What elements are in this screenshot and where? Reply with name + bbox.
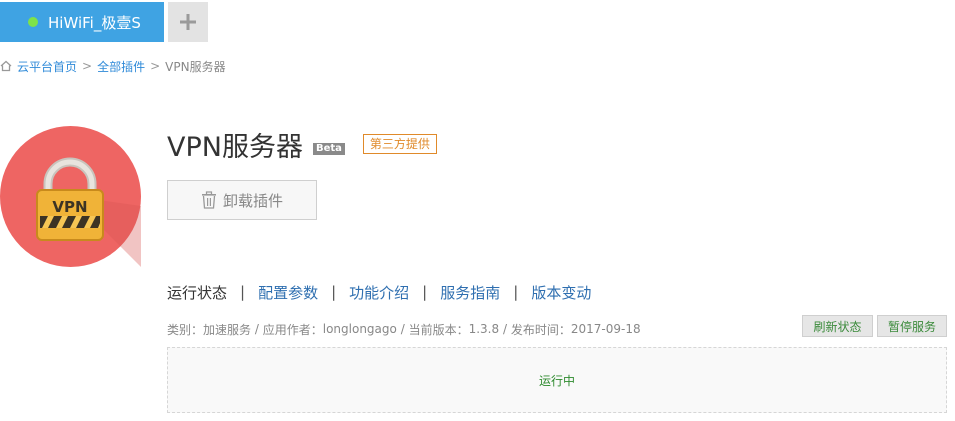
meta-date-label: 发布时间： xyxy=(510,322,571,337)
tab-separator: | xyxy=(422,283,428,301)
plugin-meta-info: 类别： 加速服务 / 应用作者： longlongago / 当前版本： 1.3… xyxy=(167,321,641,337)
tab-version-changes[interactable]: 版本变动 xyxy=(531,282,591,303)
vpn-logo-text: VPN xyxy=(52,198,87,216)
tab-config-params[interactable]: 配置参数 xyxy=(258,282,318,303)
meta-version: 1.3.8 xyxy=(468,322,500,336)
tab-running-status[interactable]: 运行状态 xyxy=(167,282,227,303)
tab-separator: | xyxy=(331,283,337,301)
device-tab-label: HiWiFi_极壹S xyxy=(48,13,141,32)
plugin-header: VPN服务器 Beta 第三方提供 xyxy=(167,126,437,163)
breadcrumb-current-page: VPN服务器 xyxy=(165,59,226,74)
meta-author-label: 应用作者： xyxy=(262,322,323,337)
home-icon xyxy=(0,60,12,72)
pause-service-button[interactable]: 暂停服务 xyxy=(877,315,947,337)
trash-icon xyxy=(201,191,216,209)
breadcrumb-separator: > xyxy=(82,59,93,73)
refresh-status-button[interactable]: 刷新状态 xyxy=(802,315,873,337)
tab-separator: | xyxy=(240,283,246,301)
breadcrumb-cloud-home-link[interactable]: 云平台首页 xyxy=(17,58,77,75)
third-party-badge: 第三方提供 xyxy=(362,134,437,154)
vpn-lock-icon: VPN xyxy=(0,126,141,267)
meta-date: 2017-09-18 xyxy=(570,322,641,336)
running-status-text: 运行中 xyxy=(538,373,575,388)
tab-feature-intro[interactable]: 功能介绍 xyxy=(349,282,409,303)
tab-service-guide[interactable]: 服务指南 xyxy=(440,282,500,303)
meta-category: 加速服务 xyxy=(203,322,252,337)
breadcrumb-all-plugins-link[interactable]: 全部插件 xyxy=(97,58,145,75)
status-panel: 运行中 xyxy=(167,347,947,413)
uninstall-plugin-label: 卸载插件 xyxy=(222,191,283,210)
tab-separator: | xyxy=(513,283,519,301)
meta-category-label: 类别： xyxy=(167,322,204,337)
device-tab-active[interactable]: HiWiFi_极壹S xyxy=(0,2,164,42)
add-device-tab-button[interactable] xyxy=(168,2,208,42)
meta-version-label: 当前版本： xyxy=(408,322,469,337)
breadcrumb-separator: > xyxy=(150,59,161,73)
meta-author: longlongago xyxy=(322,322,397,336)
plus-icon xyxy=(180,14,196,30)
breadcrumb: 云平台首页 > 全部插件 > VPN服务器 xyxy=(0,58,226,74)
beta-badge: Beta xyxy=(312,143,345,155)
plugin-title: VPN服务器 xyxy=(167,131,303,163)
online-status-dot-icon xyxy=(28,17,38,27)
uninstall-plugin-button[interactable]: 卸载插件 xyxy=(167,180,317,220)
plugin-tabs: 运行状态 | 配置参数 | 功能介绍 | 服务指南 | 版本变动 xyxy=(167,282,591,302)
